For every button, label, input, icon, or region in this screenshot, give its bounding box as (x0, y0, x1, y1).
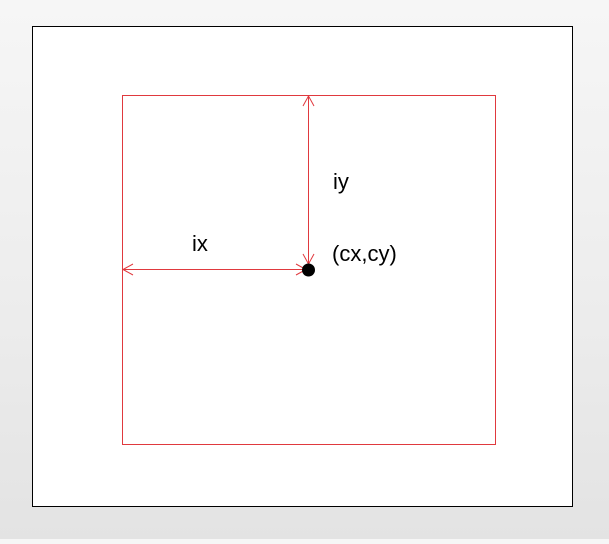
center-point (302, 263, 315, 277)
iy-label: iy (333, 169, 349, 194)
diagram-canvas: ix iy (cx,cy) (0, 0, 609, 539)
diagram-svg: ix iy (cx,cy) (32, 26, 573, 507)
center-label: (cx,cy) (332, 241, 397, 266)
outer-panel (32, 26, 573, 507)
ix-label: ix (192, 231, 208, 256)
